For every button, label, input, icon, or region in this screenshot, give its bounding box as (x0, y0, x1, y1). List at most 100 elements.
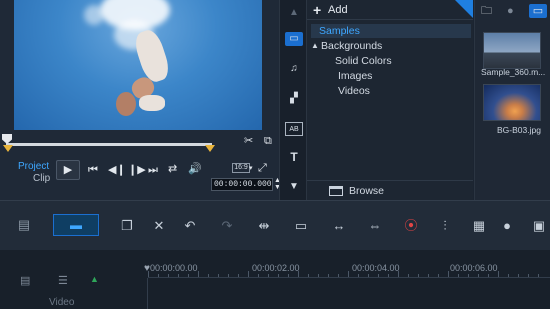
preview-video-frame (14, 0, 262, 130)
chevron-down-icon[interactable]: ▾ (249, 162, 253, 176)
preview-panel: ✂ ⧉ Project Clip ▶ ⏮ ◀❙ ❙▶ ⏭ ⇄ 🔊 16:9 ▾ … (0, 0, 288, 200)
tree-item-images[interactable]: Images (338, 70, 372, 82)
ruler-tick (488, 274, 489, 277)
cut-scissors-icon[interactable]: ✂ (244, 134, 253, 148)
scrub-track[interactable] (6, 143, 212, 146)
split-screen-icon[interactable]: ▣ (530, 217, 548, 235)
ruler-tick (458, 274, 459, 277)
ruler-tick (218, 274, 219, 277)
clip-mode-toggle[interactable]: Clip (33, 173, 50, 184)
tree-item-backgrounds[interactable]: Backgrounds (321, 40, 382, 52)
ruler-tick (518, 274, 519, 277)
ruler-tick (278, 274, 279, 277)
redo-icon[interactable]: ↷ (218, 217, 236, 235)
import-folder-icon[interactable]: 🗀 (481, 4, 492, 18)
next-frame-icon[interactable]: ❙▶ (128, 163, 146, 177)
ruler-tick (538, 274, 539, 277)
tree-item-solid-colors[interactable]: Solid Colors (335, 55, 392, 67)
ruler-tick (418, 274, 419, 277)
ruler-tick (238, 274, 239, 277)
library-category-strip: ▲ ▭ ♫ ▞ AB T ▼ (279, 0, 307, 200)
trim-out-marker[interactable] (205, 145, 215, 152)
transitions-icon[interactable]: ▞ (285, 92, 303, 106)
ruler-tick (148, 271, 149, 277)
trim-in-marker[interactable] (3, 145, 13, 152)
ruler-tick (468, 274, 469, 277)
add-folder-bar[interactable]: + Add (307, 0, 473, 20)
thumbnail-caption: Sample_360.m... (481, 67, 546, 77)
copy-clip-icon[interactable]: ⧉ (264, 134, 272, 148)
repeat-icon[interactable]: ⇄ (168, 162, 177, 176)
storyboard-view-icon[interactable]: ▤ (12, 216, 36, 234)
expand-arrow-icon[interactable]: ▲ (311, 41, 319, 50)
aspect-ratio-selector[interactable]: 16:9 (232, 163, 250, 173)
ruler-tick (528, 274, 529, 277)
timeline-playhead-icon[interactable]: ♥ (144, 262, 150, 276)
ruler-tick (378, 274, 379, 277)
ruler-tick (338, 274, 339, 277)
ruler-tick (398, 271, 399, 277)
go-to-end-icon[interactable]: ⏭ (148, 163, 158, 177)
scroll-up-icon[interactable]: ▲ (285, 6, 303, 20)
ruler-tick (158, 274, 159, 277)
ruler-tick (388, 274, 389, 277)
ruler-tick (438, 274, 439, 277)
subtitle-editor-icon[interactable]: ▭ (292, 217, 310, 235)
browse-button[interactable]: Browse (307, 180, 473, 200)
media-thumbnail-sample-360[interactable] (483, 32, 541, 69)
fit-to-window-icon[interactable]: ↔ (330, 217, 348, 235)
ruler-tick (288, 274, 289, 277)
ruler-timecode: 00:00:04.00 (352, 263, 400, 273)
pin-icon[interactable] (455, 0, 473, 18)
ruler-tick (498, 271, 499, 277)
ruler-tick (478, 274, 479, 277)
audio-waveform-icon[interactable]: ⫶ (436, 217, 454, 235)
filters-icon[interactable]: AB (285, 122, 303, 136)
title-text-icon[interactable]: T (285, 150, 303, 164)
media-thumbnail-panel: 🗀 ● ▭ Sample_360.m... BG-B03.jpg (474, 0, 550, 200)
library-panel: + Add Samples ▲ Backgrounds Solid Colors… (307, 0, 473, 200)
record-capture-icon[interactable]: ⦿ (402, 217, 420, 235)
media-library-icon[interactable]: ▭ (285, 32, 303, 46)
add-remove-tracks-icon[interactable]: ❐ (118, 217, 136, 235)
ruler-tick (298, 271, 299, 277)
scroll-down-icon[interactable]: ▼ (285, 180, 303, 194)
edit-toolbar: ▤ ▬ ❐ ✕ ↶ ↷ ⇹ ▭ ↔ ⇔ ⦿ ⫶ ▦ ● ▣ (0, 200, 550, 250)
ruler-tick (308, 274, 309, 277)
video-track-label: Video (49, 297, 75, 308)
ruler-tick (168, 274, 169, 277)
folder-icon (329, 186, 343, 196)
timeline-ruler[interactable]: 00:00:00.00 00:00:02.00 00:00:04.00 00:0… (144, 250, 550, 278)
timeline-panel: ▤ ☰ ▲ 00:00:00.00 00:00:02.00 00:00:04.0… (0, 250, 550, 309)
ruler-tick (258, 274, 259, 277)
ruler-tick (198, 271, 199, 277)
timeline-view-button[interactable]: ▬ (53, 214, 99, 236)
ruler-tick (318, 274, 319, 277)
previous-frame-icon[interactable]: ◀❙ (108, 163, 126, 177)
mask-creator-icon[interactable]: ● (498, 217, 516, 235)
go-to-start-icon[interactable]: ⏮ (88, 163, 98, 177)
ruler-tick (428, 274, 429, 277)
tools-icon[interactable]: ✕ (150, 217, 168, 235)
tree-item-samples[interactable]: Samples (311, 24, 471, 38)
ruler-tick (348, 271, 349, 277)
ruler-tick (328, 274, 329, 277)
multi-camera-icon[interactable]: ▦ (470, 217, 488, 235)
tree-item-videos[interactable]: Videos (338, 85, 370, 97)
split-icon[interactable]: ⇹ (255, 217, 273, 235)
ruler-tick (208, 274, 209, 277)
media-filter-icon[interactable]: ▭ (529, 4, 547, 18)
ruler-tick (188, 274, 189, 277)
motion-tracking-icon[interactable]: ⇔ (366, 217, 384, 235)
project-mode-toggle[interactable]: Project (18, 161, 49, 172)
ruler-tick (248, 271, 249, 277)
media-thumbnail-bg-b03[interactable] (483, 84, 541, 121)
enlarge-preview-icon[interactable]: ⤢ (258, 161, 267, 175)
undo-icon[interactable]: ↶ (181, 217, 199, 235)
play-button[interactable]: ▶ (56, 160, 80, 180)
volume-icon[interactable]: 🔊 (188, 162, 202, 176)
audio-library-icon[interactable]: ♫ (285, 62, 303, 76)
record-icon[interactable]: ● (507, 4, 514, 18)
ruler-tick (358, 274, 359, 277)
timecode-field[interactable]: 00:00:00.000 (211, 178, 273, 191)
